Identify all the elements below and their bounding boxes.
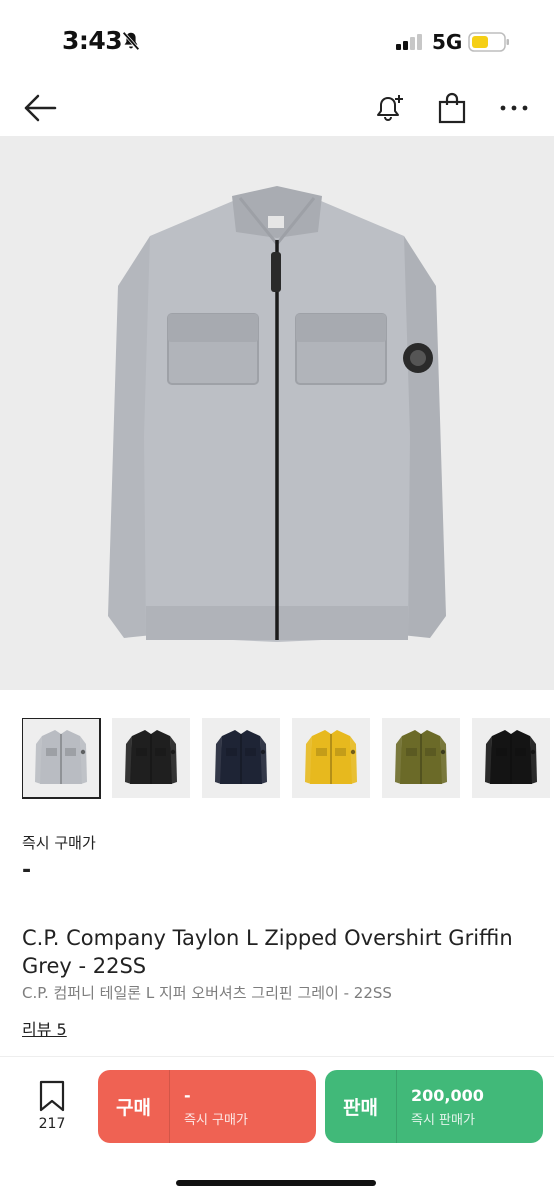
back-button[interactable] bbox=[22, 90, 58, 126]
instant-buy-price-label: 즉시 구매가 bbox=[22, 834, 96, 852]
buy-button-price: - bbox=[184, 1085, 191, 1105]
home-indicator bbox=[176, 1180, 376, 1186]
sell-button-caption: 즉시 판매가 bbox=[411, 1112, 475, 1128]
product-title: C.P. Company Taylon L Zipped Overshirt G… bbox=[22, 926, 513, 978]
more-horizontal-icon bbox=[500, 105, 528, 111]
jacket-thumbnail-image bbox=[35, 730, 87, 784]
bookmark-icon bbox=[39, 1080, 65, 1112]
jacket-thumbnail-image bbox=[485, 730, 537, 784]
buy-button-caption: 즉시 구매가 bbox=[184, 1112, 248, 1128]
color-thumbnail[interactable] bbox=[472, 718, 550, 798]
arrow-left-icon bbox=[24, 94, 57, 122]
buy-button[interactable]: 구매 - 즉시 구매가 bbox=[98, 1070, 316, 1143]
battery-icon bbox=[468, 32, 509, 52]
shopping-bag-button[interactable] bbox=[434, 90, 470, 126]
color-thumbnail[interactable] bbox=[292, 718, 370, 798]
more-button[interactable] bbox=[496, 90, 532, 126]
product-main-image[interactable] bbox=[0, 136, 554, 690]
wish-button[interactable]: 217 bbox=[30, 1080, 74, 1136]
product-subtitle: C.P. 컴퍼니 테일론 L 지퍼 오버셔츠 그리핀 그레이 - 22SS bbox=[22, 984, 392, 1002]
network-type: 5G bbox=[432, 30, 463, 54]
top-nav bbox=[0, 80, 554, 136]
sell-button[interactable]: 판매 200,000 즉시 판매가 bbox=[325, 1070, 543, 1143]
wish-count: 217 bbox=[38, 1116, 66, 1132]
instant-buy-price-value: - bbox=[22, 858, 32, 883]
color-thumbnails bbox=[22, 718, 554, 800]
jacket-thumbnail-image bbox=[125, 730, 177, 784]
status-time: 3:43 bbox=[62, 26, 123, 55]
sell-button-price: 200,000 bbox=[411, 1085, 484, 1105]
jacket-thumbnail-image bbox=[395, 730, 447, 784]
review-link[interactable]: 리뷰 5 bbox=[22, 1016, 67, 1040]
sell-button-label: 판매 bbox=[325, 1070, 397, 1143]
jacket-thumbnail-image bbox=[305, 730, 357, 784]
bell-plus-icon bbox=[377, 95, 403, 121]
color-thumbnail[interactable] bbox=[202, 718, 280, 798]
jacket-illustration bbox=[108, 186, 446, 642]
color-thumbnail[interactable] bbox=[22, 718, 101, 799]
signal-icon bbox=[396, 34, 422, 50]
status-bar: 3:43 5G bbox=[0, 0, 554, 80]
bell-off-icon bbox=[122, 31, 140, 51]
divider bbox=[0, 1056, 554, 1057]
buy-button-label: 구매 bbox=[98, 1070, 170, 1143]
price-alert-button[interactable] bbox=[372, 90, 408, 126]
color-thumbnail[interactable] bbox=[112, 718, 190, 798]
shopping-bag-icon bbox=[438, 92, 466, 124]
jacket-thumbnail-image bbox=[215, 730, 267, 784]
color-thumbnail[interactable] bbox=[382, 718, 460, 798]
